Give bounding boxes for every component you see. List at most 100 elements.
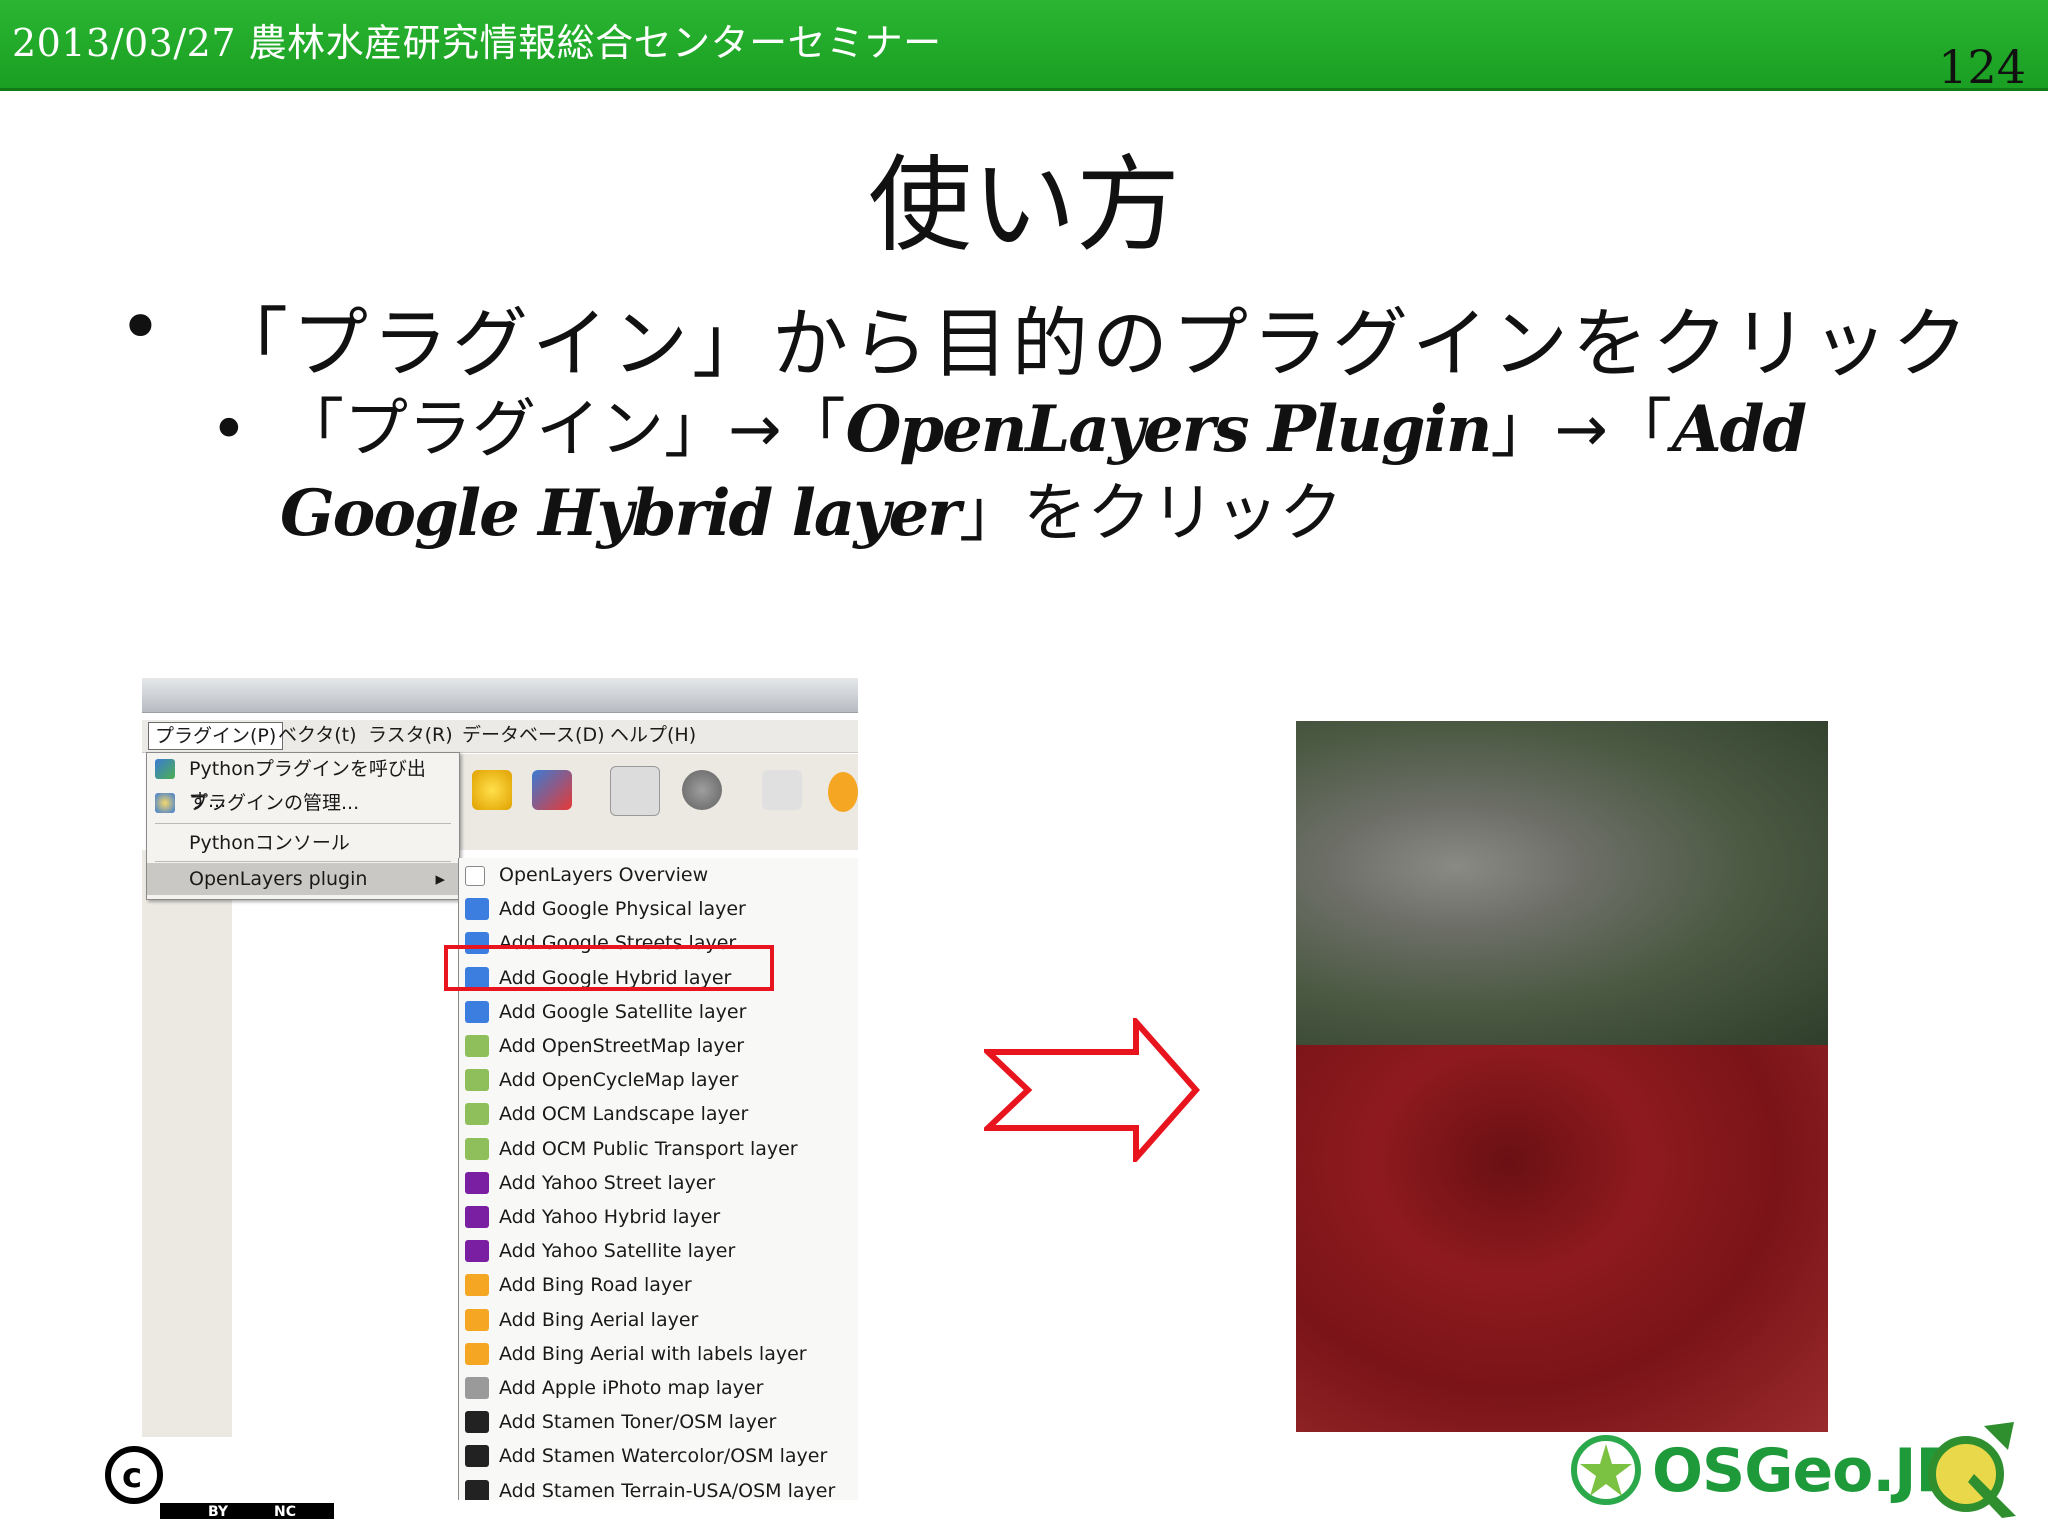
openlayers-menu-item-label: OpenLayers Overview	[499, 864, 709, 886]
stamen-icon	[465, 1411, 489, 1434]
menubar: プラグイン(P) ベクタ(t) ラスタ(R) データベース(D) ヘルプ(H)	[142, 720, 858, 753]
osgeo-logo-text: OSGeo.JP	[1652, 1436, 1959, 1506]
slide-header: 2013/03/27 農林水産研究情報総合センターセミナー 124	[0, 0, 2048, 94]
window-titlebar	[142, 678, 858, 713]
google-icon	[465, 1000, 489, 1023]
identify-icon[interactable]	[610, 766, 660, 816]
svg-text:c: c	[122, 1456, 142, 1496]
openlayers-menu-item[interactable]: Add Bing Aerial with labels layer	[459, 1337, 858, 1371]
bing-icon	[465, 1342, 489, 1365]
osgeo-jp-logo: OSGeo.JP	[1566, 1420, 2036, 1520]
openlayers-menu-item-label: Add Apple iPhoto map layer	[499, 1377, 764, 1399]
openlayers-menu-item-label: Add OCM Landscape layer	[499, 1103, 749, 1126]
openlayers-menu-item-label: Add Stamen Terrain-USA/OSM layer	[499, 1479, 836, 1500]
openlayers-menu-item[interactable]: Add OpenStreetMap layer	[459, 1029, 858, 1063]
openlayers-menu-item[interactable]: Add Stamen Watercolor/OSM layer	[459, 1439, 858, 1473]
bing-icon	[465, 1308, 489, 1331]
openlayers-menu-item[interactable]: OpenLayers Overview	[459, 858, 858, 892]
openlayers-menu-item[interactable]: Add Stamen Toner/OSM layer	[459, 1405, 858, 1439]
bullet-dot: •	[210, 393, 248, 467]
map-canvas[interactable]	[232, 850, 458, 1500]
bullet-level2-mid: 」→「	[1490, 393, 1672, 467]
openlayers-menu-item-label: Add Yahoo Satellite layer	[499, 1240, 736, 1263]
cc-nc-label: NC	[274, 1504, 296, 1519]
yahoo-icon	[465, 1171, 489, 1194]
qgis-logo-icon	[1928, 1422, 2016, 1518]
openlayers-menu-item-label: Add Yahoo Hybrid layer	[499, 1206, 721, 1228]
openlayers-menu-item[interactable]: Add Yahoo Satellite layer	[459, 1234, 858, 1268]
star-icon[interactable]	[472, 770, 512, 810]
qgis-screenshot: プラグイン(P) ベクタ(t) ラスタ(R) データベース(D) ヘルプ(H) …	[142, 678, 858, 1500]
openlayers-menu-item[interactable]: Add Google Satellite layer	[459, 995, 858, 1029]
gear-icon[interactable]	[682, 770, 722, 810]
openlayers-menu-item-label: Add Stamen Toner/OSM layer	[499, 1411, 777, 1434]
openlayers-menu-item-label: Add OpenCycleMap layer	[499, 1069, 739, 1092]
openlayers-menu-item-label: Add Stamen Watercolor/OSM layer	[499, 1445, 828, 1468]
openlayers-menu-item[interactable]: Add Bing Aerial layer	[459, 1303, 858, 1337]
google-icon	[465, 898, 489, 921]
bullet-level2-plugin: OpenLayers Plugin	[845, 392, 1493, 467]
osm-icon	[465, 1069, 489, 1092]
bullet-level2-prefix: 「プラグイン」→「	[280, 393, 846, 467]
openlayers-menu-item-label: Add Bing Aerial with labels layer	[499, 1342, 807, 1365]
osm-icon	[465, 1035, 489, 1057]
bullet-level2-text: 「プラグイン」→「OpenLayers Plugin」→「Add Google …	[280, 388, 1900, 556]
openlayers-menu-item[interactable]: Add Yahoo Hybrid layer	[459, 1200, 858, 1234]
osm-icon	[465, 1103, 489, 1126]
menu-vector[interactable]: ベクタ(t)	[272, 722, 363, 748]
menu-separator	[155, 861, 451, 862]
menu-item-plugin-manager[interactable]: プラグインの管理...	[147, 787, 459, 819]
menu-plugins[interactable]: プラグイン(P)	[148, 722, 284, 750]
menu-item-label: Pythonコンソール	[189, 832, 350, 854]
apple-icon	[465, 1377, 489, 1399]
python-plugin-icon	[155, 759, 175, 779]
menu-item-label: OpenLayers plugin	[189, 868, 368, 890]
openlayers-menu-item[interactable]: Add Stamen Terrain-USA/OSM layer	[459, 1474, 858, 1500]
no-entry-icon[interactable]	[828, 772, 858, 812]
slide-title: 使い方	[867, 144, 1180, 266]
highlight-box	[444, 945, 774, 991]
stamen-icon	[465, 1479, 489, 1500]
stamen-icon	[465, 1445, 489, 1468]
false-color-satellite	[1296, 1045, 1828, 1432]
menu-item-python-console[interactable]: Pythonコンソール	[147, 827, 459, 859]
osm-icon	[465, 1137, 489, 1160]
cc-by-label: BY	[208, 1504, 229, 1519]
checkbox-icon	[465, 866, 485, 886]
yahoo-icon	[465, 1206, 489, 1228]
openlayers-menu-item-label: Add Bing Aerial layer	[499, 1308, 699, 1331]
delete-layer-icon[interactable]	[532, 770, 572, 810]
menu-database[interactable]: データベース(D)	[456, 722, 611, 748]
bullet-level1-text: 「プラグイン」から目的のプラグインをクリック	[212, 299, 1972, 388]
menu-raster[interactable]: ラスタ(R)	[362, 722, 459, 748]
plugins-menu: Pythonプラグインを呼び出す... プラグインの管理... Pythonコン…	[146, 752, 460, 900]
plugin-manager-icon	[155, 793, 175, 813]
openlayers-menu-item-label: Add Yahoo Street layer	[499, 1171, 716, 1194]
openlayers-menu-item-label: Add Bing Road layer	[499, 1274, 692, 1297]
osgeo-star-icon	[1571, 1435, 1641, 1505]
satellite-map-image	[1296, 721, 1828, 1432]
menu-item-python-plugin[interactable]: Pythonプラグインを呼び出す...	[147, 753, 459, 812]
slide-date-title: 2013/03/27 農林水産研究情報総合センターセミナー	[12, 21, 942, 65]
google-hybrid-map	[1296, 721, 1828, 1045]
openlayers-menu-item-label: Add OCM Public Transport layer	[499, 1137, 798, 1160]
menu-item-label: プラグインの管理...	[189, 792, 360, 814]
openlayers-menu-item[interactable]: Add Yahoo Street layer	[459, 1166, 858, 1200]
right-arrow-icon	[984, 1018, 1200, 1162]
menu-help[interactable]: ヘルプ(H)	[604, 722, 702, 748]
submenu-arrow-icon: ▸	[435, 868, 445, 890]
openlayers-menu-item[interactable]: Add OpenCycleMap layer	[459, 1063, 858, 1097]
openlayers-menu-item[interactable]: Add Apple iPhoto map layer	[459, 1371, 858, 1405]
openlayers-menu-item[interactable]: Add OCM Landscape layer	[459, 1097, 858, 1131]
select-icon[interactable]	[762, 770, 802, 810]
cc-license-logo: c BY NC	[104, 1437, 334, 1519]
openlayers-menu-item[interactable]: Add Google Physical layer	[459, 892, 858, 926]
openlayers-menu-item[interactable]: Add OCM Public Transport layer	[459, 1132, 858, 1166]
menu-separator	[155, 823, 451, 824]
openlayers-menu-item-label: Add Google Physical layer	[499, 898, 746, 921]
openlayers-menu-item[interactable]: Add Bing Road layer	[459, 1268, 858, 1302]
menu-item-openlayers-plugin[interactable]: OpenLayers plugin ▸	[147, 863, 459, 895]
toolbar	[458, 754, 858, 850]
openlayers-menu-item-label: Add Google Satellite layer	[499, 1000, 747, 1023]
openlayers-menu-item-label: Add OpenStreetMap layer	[499, 1035, 745, 1057]
